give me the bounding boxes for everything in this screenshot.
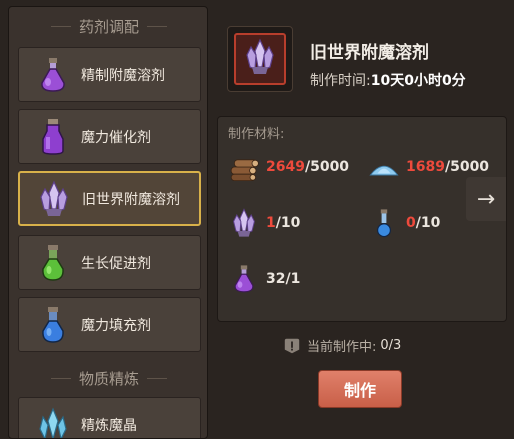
current-crafting: 当前制作中: 0/3 — [283, 336, 401, 355]
craft-button[interactable]: 制作 — [318, 370, 402, 408]
section-title-refine: 物质精炼 — [78, 369, 139, 388]
material-have: 0 — [406, 215, 416, 231]
recipe-label: 魔力催化剂 — [81, 129, 151, 146]
recipe-label: 魔力填充剂 — [81, 317, 151, 334]
divider — [147, 25, 167, 27]
materials-title: 制作材料: — [228, 127, 285, 142]
section-title-potions: 药剂调配 — [78, 17, 139, 36]
current-crafting-value: 0/3 — [380, 338, 402, 353]
purple-potion-icon — [228, 263, 260, 295]
recipe-label: 旧世界附魔溶剂 — [82, 191, 180, 208]
recipe-label: 精炼魔晶 — [81, 417, 137, 434]
material-need: /1 — [285, 271, 301, 287]
purple-potion-icon — [31, 53, 75, 97]
crystal-icon — [228, 207, 260, 239]
material-have: 1689 — [406, 159, 445, 175]
recipe-item-refined-crystal[interactable]: 精炼魔晶 — [18, 397, 201, 439]
section-header-refine: 物质精炼 — [9, 365, 207, 391]
purple-flask-icon — [31, 115, 75, 159]
material-wood[interactable]: 2649/5000 — [228, 151, 349, 183]
arrow-right-icon: → — [476, 186, 496, 212]
divider — [147, 377, 167, 379]
craft-time-value: 10天0小时0分 — [370, 73, 466, 89]
material-purple-potion[interactable]: 32/1 — [228, 263, 300, 295]
material-blue-vial[interactable]: 0/10 — [368, 207, 440, 239]
material-crystal[interactable]: 1/10 — [228, 207, 300, 239]
blue-vial-icon — [368, 207, 400, 239]
recipe-item-refined-enchant-solvent[interactable]: 精制附魔溶剂 — [18, 47, 201, 102]
blue-powder-icon — [368, 151, 400, 183]
recipe-list-panel: 药剂调配 精制附魔溶剂 魔力催化剂 旧世界附魔溶剂 生长促进剂 魔力填充剂 物质… — [8, 6, 208, 439]
recipe-label: 精制附魔溶剂 — [81, 67, 165, 84]
divider — [50, 377, 71, 379]
blue-potion-icon — [31, 303, 75, 347]
divider — [50, 25, 71, 27]
current-crafting-label: 当前制作中: — [307, 340, 377, 355]
recipe-label: 生长促进剂 — [81, 255, 151, 272]
material-have: 32 — [266, 271, 286, 287]
crystal-icon — [32, 177, 76, 221]
materials-box: 制作材料: 2649/5000 1689/5000 1/10 0/10 32/1 — [217, 116, 507, 322]
craft-time-label: 制作时间: — [310, 73, 371, 89]
warning-icon — [284, 338, 300, 353]
material-need: /10 — [415, 215, 441, 231]
material-need: /5000 — [304, 159, 350, 175]
material-have: 2649 — [266, 159, 305, 175]
craft-time: 制作时间:10天0小时0分 — [310, 70, 466, 90]
recipe-item-growth-accelerator[interactable]: 生长促进剂 — [18, 235, 201, 290]
recipe-item-mana-catalyst[interactable]: 魔力催化剂 — [18, 109, 201, 164]
material-need: /5000 — [444, 159, 490, 175]
recipe-item-mana-filler[interactable]: 魔力填充剂 — [18, 297, 201, 352]
next-page-arrow-button[interactable]: → — [466, 177, 506, 221]
target-item-slot[interactable] — [234, 33, 286, 85]
recipe-item-old-world-enchant-solvent[interactable]: 旧世界附魔溶剂 — [18, 171, 201, 226]
crystal-icon — [240, 37, 280, 81]
blue-crystal-icon — [31, 403, 75, 439]
section-header-potions: 药剂调配 — [9, 13, 207, 39]
material-have: 1 — [266, 215, 276, 231]
target-item-title: 旧世界附魔溶剂 — [310, 43, 429, 63]
material-need: /10 — [275, 215, 301, 231]
wood-logs-icon — [228, 151, 260, 183]
green-potion-icon — [31, 241, 75, 285]
target-item-frame — [227, 26, 293, 92]
